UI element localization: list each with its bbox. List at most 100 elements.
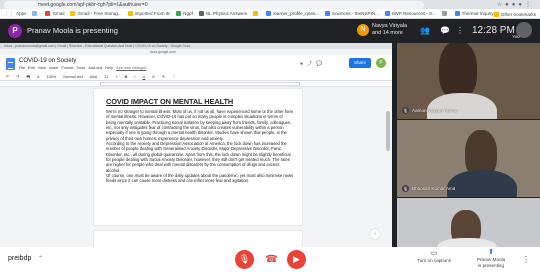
document-page[interactable]: COVID IMPACT ON MENTAL HEALTH We're no s…: [94, 89, 302, 225]
leave-call-button[interactable]: ☎: [262, 250, 281, 269]
bookmarks-bar: ⋮⋮ Apps Gmail Gmail - Free Storag... impo…: [0, 9, 540, 19]
side-panel-toggle-icon[interactable]: ›: [370, 229, 380, 239]
docs-toolbar: ↶ ↷ 🖶 A 100% Normal text Arial 11 + B I …: [0, 73, 392, 81]
apps-grid-icon: ⋮⋮: [4, 10, 14, 17]
document-page-2[interactable]: [94, 231, 302, 247]
bookmark-favicon: [198, 11, 204, 16]
mic-off-icon: 🎙: [402, 185, 409, 192]
document-paragraph: According to the Anxiety and Depression …: [106, 141, 291, 173]
increase-size-icon[interactable]: +: [115, 75, 117, 79]
menu-help[interactable]: Help: [105, 66, 113, 70]
text-color-icon[interactable]: A: [152, 75, 155, 79]
bookmark-item[interactable]: Sciences - theNSPIN...: [325, 11, 379, 16]
ruler-track: [100, 82, 300, 86]
bookmark-favicon: [32, 11, 38, 16]
participant-tile[interactable]: 🎙 Bhoosan Kumar Amit: [397, 120, 540, 197]
document-title[interactable]: COVID-19 on Society: [19, 58, 76, 64]
participant-tile[interactable]: 🎙 Aamon Vijayan Kumar: [397, 43, 540, 119]
more-options-icon[interactable]: ⋮: [522, 255, 530, 264]
chevron-up-icon[interactable]: ⌃: [38, 255, 43, 262]
bookmark-favicon: [385, 11, 391, 16]
participant-video: [437, 238, 497, 247]
see-new-changes-link[interactable]: See new changes: [116, 66, 146, 70]
presentation-screen: Inbox - pranav.moola@gmail.com | Gmail |…: [0, 43, 392, 247]
captions-button[interactable]: ▭ Turn on captions: [412, 250, 456, 264]
mic-off-icon: 🎙: [238, 254, 251, 264]
address-bar[interactable]: meet.google.com/spf-pkbr-cgh?pli=1&authu…: [4, 1, 424, 9]
camera-toggle-button[interactable]: ▶: [287, 250, 306, 269]
present-screen-icon: ⬆: [488, 249, 494, 256]
other-bookmarks[interactable]: Other bookmarks: [493, 9, 536, 18]
docs-user-avatar[interactable]: P: [376, 58, 386, 68]
menu-insert[interactable]: Insert: [49, 66, 59, 70]
participant-video: [439, 43, 477, 99]
bookmark-item[interactable]: Gmail: [45, 11, 64, 16]
mic-toggle-button[interactable]: 🎙: [235, 250, 254, 269]
presenting-status: Pranav Moola is presenting: [27, 26, 118, 35]
bookmark-item[interactable]: NL Physics Answers: [198, 11, 247, 16]
people-icon[interactable]: 👥: [420, 27, 430, 35]
chat-icon[interactable]: 💬: [440, 27, 450, 35]
undo-icon[interactable]: ↶: [6, 75, 9, 79]
participant-tile[interactable]: [397, 198, 540, 247]
editing-mode-icon[interactable]: ✎: [162, 75, 165, 79]
presenting-button[interactable]: ⬆ Pranav Moola is presenting: [468, 249, 514, 269]
google-docs-icon: [6, 58, 15, 70]
more-options-icon[interactable]: ⋮: [456, 27, 464, 35]
share-button[interactable]: Share: [349, 58, 371, 68]
font-select[interactable]: Arial: [90, 75, 98, 79]
document-paragraph: Of course, one must be aware of the dail…: [106, 173, 294, 184]
italic-icon[interactable]: I: [134, 75, 135, 79]
underline-icon[interactable]: U: [143, 75, 146, 79]
folder-icon: [493, 11, 499, 17]
participants-summary[interactable]: Navya Viriyala and 14 more: [372, 23, 407, 37]
browser-extension-icons[interactable]: ☆●●●⋮: [497, 1, 534, 9]
docs-canvas: COVID IMPACT ON MENTAL HEALTH We're no s…: [0, 87, 392, 247]
camera-off-icon: ▶: [293, 254, 300, 264]
participant-video: [447, 170, 517, 197]
style-select[interactable]: Normal text: [63, 75, 82, 79]
menu-tools[interactable]: Tools: [76, 66, 85, 70]
menu-file[interactable]: File: [19, 66, 25, 70]
bookmark-favicon: [325, 11, 331, 16]
participant-name: Aamon Vijayan Kumar: [412, 108, 458, 113]
bookmark-item[interactable]: Thermal Inquiry...: [454, 11, 497, 16]
docs-scrollbar-thumb[interactable]: [386, 111, 390, 151]
bookmark-item[interactable]: MVP Resources - 8...: [385, 11, 436, 16]
menu-addons[interactable]: Add-ons: [88, 66, 102, 70]
meet-header: P Pranav Moola is presenting N Navya Vir…: [0, 19, 540, 43]
bookmark-item[interactable]: Ngpf: [176, 11, 193, 16]
zoom-select[interactable]: 100%: [47, 75, 57, 79]
font-size-select[interactable]: 11: [104, 75, 108, 79]
bookmark-item[interactable]: imported From IE: [127, 11, 170, 16]
bookmark-item[interactable]: [253, 11, 260, 16]
print-icon[interactable]: 🖶: [27, 75, 31, 79]
bookmark-apps[interactable]: ⋮⋮ Apps: [4, 11, 26, 17]
docs-header-icons[interactable]: ●⤴💬: [300, 60, 326, 67]
menu-view[interactable]: View: [38, 66, 46, 70]
bookmark-favicon: [253, 11, 259, 16]
document-heading: COVID IMPACT ON MENTAL HEALTH: [106, 97, 234, 106]
bookmark-item[interactable]: Gmail - Free Storag...: [70, 11, 122, 16]
bold-icon[interactable]: B: [125, 75, 128, 79]
bookmark-favicon: [454, 11, 460, 16]
bookmark-favicon: [266, 11, 272, 16]
more-toolbar-icon[interactable]: ⋮: [172, 75, 176, 79]
gmail-icon: [45, 11, 51, 16]
address-bar-url: meet.google.com/spf-pkbr-cgh?pli=1&authu…: [38, 2, 148, 8]
menu-format[interactable]: Format: [61, 66, 73, 70]
bookmark-favicon: [176, 11, 182, 16]
participant-avatar[interactable]: N: [357, 24, 369, 36]
redo-icon[interactable]: ↷: [16, 75, 19, 79]
self-label: You: [512, 34, 520, 39]
menu-edit[interactable]: Edit: [28, 66, 35, 70]
meeting-code[interactable]: preibdp: [8, 255, 31, 262]
bookmark-item[interactable]: learner_profile_qoes...: [266, 11, 319, 16]
presenter-avatar: P: [8, 24, 22, 38]
spellcheck-icon[interactable]: A: [37, 75, 40, 79]
participant-video: [427, 93, 497, 119]
document-paragraph: We're no stranger to mental illness. Mos…: [106, 109, 294, 141]
bookmark-item[interactable]: [32, 11, 39, 16]
bookmark-item[interactable]: [441, 11, 449, 16]
folder-icon: [127, 11, 133, 16]
